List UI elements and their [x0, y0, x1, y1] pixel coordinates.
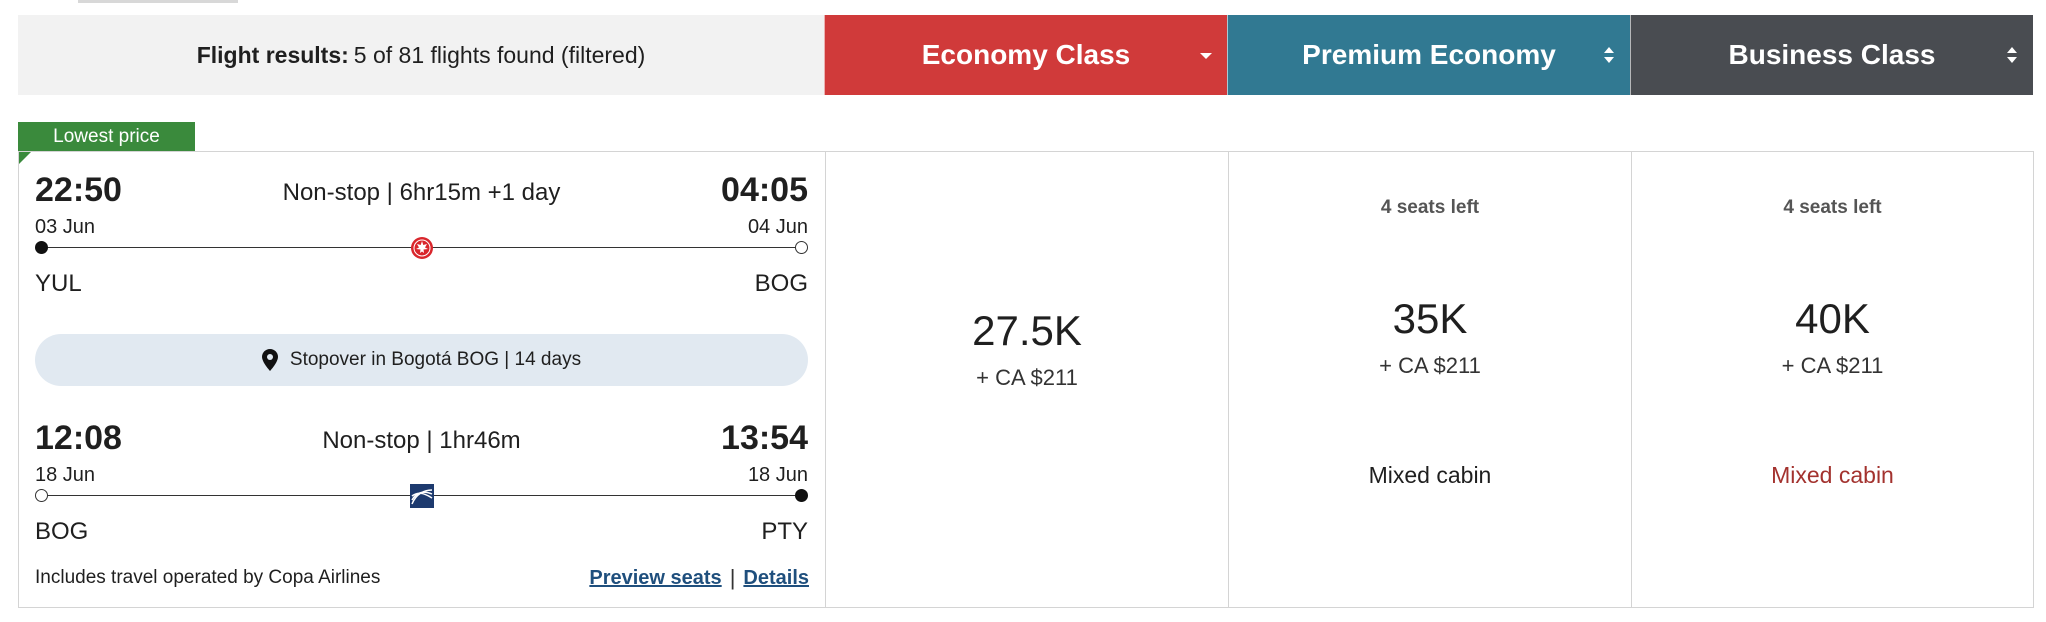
destination-dot [795, 489, 808, 502]
departure-date: 03 Jun [35, 216, 96, 238]
arrival-date: 04 Jun [747, 216, 808, 238]
cabin-header-premium[interactable]: Premium Economy [1227, 15, 1630, 95]
fare-points: 27.5K [972, 307, 1082, 354]
details-link[interactable]: Details [743, 567, 809, 590]
arrival-date: 18 Jun [747, 464, 808, 486]
arrival-time: 04:05 [721, 171, 808, 209]
preview-seats-link[interactable]: Preview seats [589, 567, 721, 590]
results-count: 5 of 81 flights found (filtered) [353, 41, 646, 68]
fare-premium-economy[interactable]: 4 seats left 35K + CA $211 Mixed cabin [1228, 152, 1631, 607]
fare-points: 40K [1795, 295, 1870, 342]
stopover-banner: Stopover in Bogotá BOG | 14 days [35, 334, 808, 386]
caret-down-icon [1200, 53, 1212, 59]
fare-taxes: + CA $211 [1379, 353, 1481, 378]
operated-by-note: Includes travel operated by Copa Airline… [35, 567, 381, 588]
segment-outbound: 22:50 Non-stop | 6hr15m +1 day 04:05 03 … [35, 171, 808, 311]
segment-duration: Non-stop | 1hr46m [322, 427, 521, 454]
results-header: Flight results: 5 of 81 flights found (f… [18, 15, 2034, 95]
itinerary-details: 22:50 Non-stop | 6hr15m +1 day 04:05 03 … [19, 152, 825, 607]
origin-dot [35, 489, 48, 502]
origin-airport: YUL [35, 270, 82, 297]
flight-links: Preview seats | Details [589, 565, 809, 591]
link-separator: | [729, 565, 736, 590]
cabin-header-label: Economy Class [921, 39, 1131, 70]
lowest-price-badge: Lowest price [18, 122, 195, 151]
cabin-header-label: Business Class [1728, 39, 1936, 70]
arrival-time: 13:54 [721, 419, 808, 457]
stopover-text: Stopover in Bogotá BOG | 14 days [289, 349, 582, 370]
mixed-cabin-note: Mixed cabin [1368, 462, 1492, 488]
sort-updown-icon [1604, 47, 1614, 63]
sort-updown-icon [2007, 47, 2017, 63]
fare-business[interactable]: 4 seats left 40K + CA $211 Mixed cabin [1631, 152, 2033, 607]
air-canada-icon [411, 237, 433, 259]
cabin-header-label: Premium Economy [1302, 39, 1556, 70]
fare-taxes: + CA $211 [1781, 353, 1884, 378]
tab-edge [78, 0, 238, 3]
results-label: Flight results: [196, 41, 349, 68]
results-summary: Flight results: 5 of 81 flights found (f… [18, 15, 824, 95]
seats-left: 4 seats left [1783, 197, 1882, 218]
destination-airport: PTY [761, 518, 808, 545]
origin-dot [35, 241, 48, 254]
seats-left: 4 seats left [1380, 197, 1480, 218]
fare-taxes: + CA $211 [976, 365, 1078, 390]
copa-airlines-icon [410, 484, 434, 508]
cabin-header-economy[interactable]: Economy Class [824, 15, 1227, 95]
fare-points: 35K [1392, 295, 1468, 342]
destination-airport: BOG [754, 270, 808, 297]
mixed-cabin-note: Mixed cabin [1771, 462, 1894, 488]
cabin-header-business[interactable]: Business Class [1630, 15, 2033, 95]
segment-connecting: 12:08 Non-stop | 1hr46m 13:54 18 Jun 18 … [35, 419, 808, 559]
location-pin-icon [261, 349, 278, 371]
departure-date: 18 Jun [35, 464, 96, 486]
flight-card: 22:50 Non-stop | 6hr15m +1 day 04:05 03 … [18, 151, 2034, 608]
segment-duration: Non-stop | 6hr15m +1 day [282, 179, 561, 206]
destination-dot [795, 241, 808, 254]
fare-economy[interactable]: 27.5K + CA $211 [825, 152, 1228, 607]
origin-airport: BOG [35, 518, 89, 545]
